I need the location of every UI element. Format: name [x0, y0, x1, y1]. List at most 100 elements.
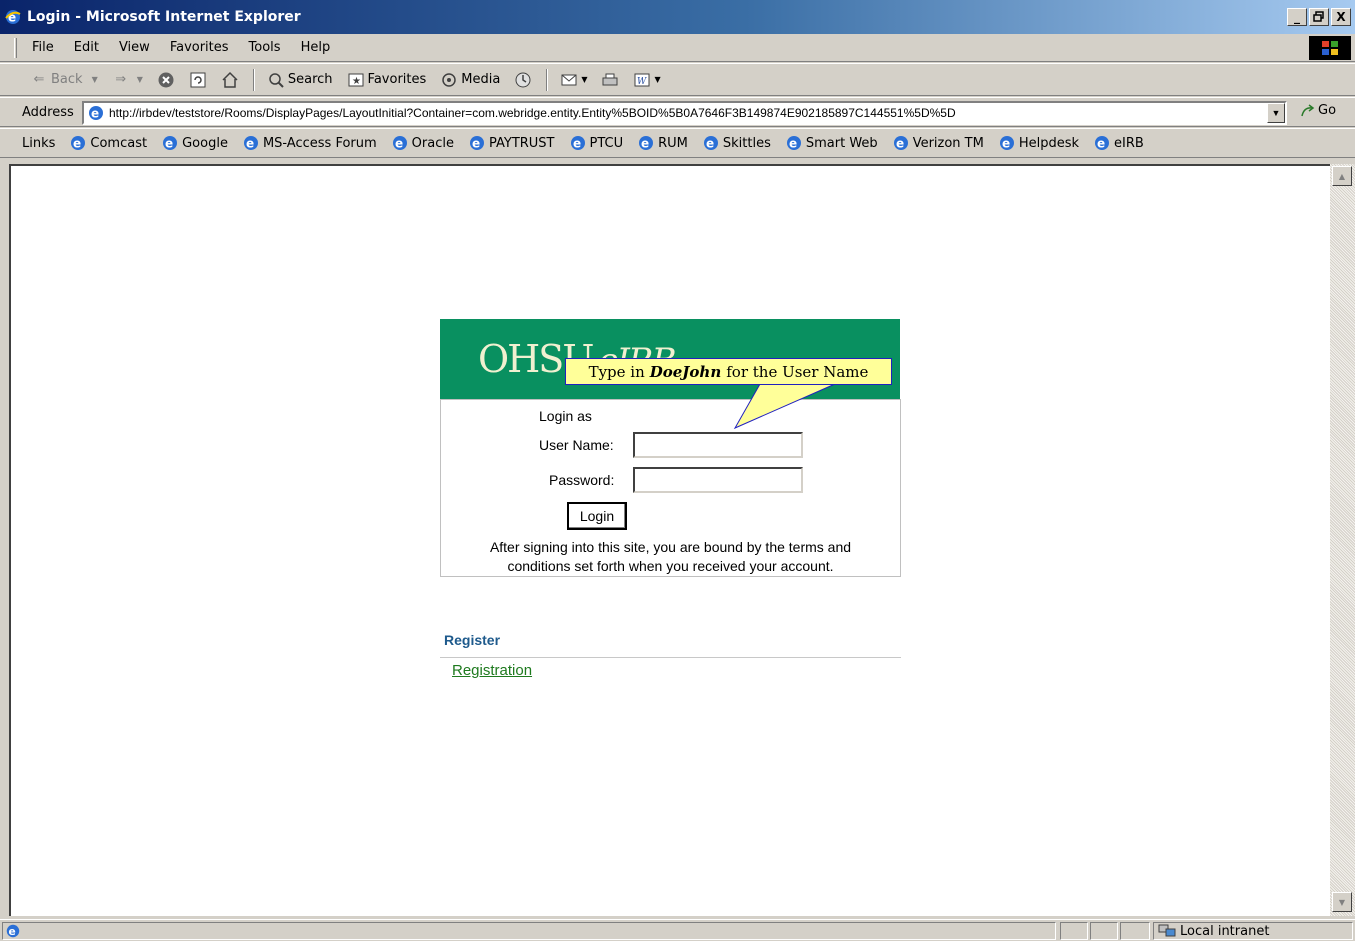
svg-text:e: e: [1002, 137, 1010, 151]
link-ie-icon: e: [1095, 136, 1110, 151]
favorites-icon: ★: [348, 73, 364, 87]
password-input[interactable]: [633, 467, 803, 493]
link-ptcu[interactable]: e PTCU: [569, 134, 624, 152]
svg-text:e: e: [472, 137, 480, 151]
forward-button[interactable]: ⇒ ▼: [112, 71, 143, 89]
print-button[interactable]: [601, 71, 619, 89]
page-ie-icon: e: [89, 106, 103, 121]
go-arrow-icon: [1301, 103, 1315, 116]
status-panel: [1090, 922, 1118, 940]
address-input[interactable]: e http://irbdev/teststore/Rooms/DisplayP…: [82, 101, 1287, 125]
menu-file[interactable]: File: [22, 40, 64, 55]
refresh-button[interactable]: [189, 71, 207, 89]
scroll-down-button[interactable]: ▼: [1332, 892, 1352, 912]
password-label: Password:: [549, 472, 615, 488]
link-verizon-tm[interactable]: e Verizon TM: [892, 134, 984, 152]
vertical-scrollbar[interactable]: ▲ ▼: [1330, 164, 1355, 916]
terms-note-line2: conditions set forth when you received y…: [507, 558, 834, 574]
menu-grip: [14, 38, 17, 58]
arrow-up-icon: ▲: [1338, 171, 1346, 181]
link-ie-icon: e: [163, 136, 178, 151]
link-label: Smart Web: [805, 135, 878, 151]
link-paytrust[interactable]: e PAYTRUST: [468, 134, 555, 152]
link-label: RUM: [658, 135, 688, 151]
history-icon: [515, 72, 531, 87]
mail-icon: [561, 74, 577, 85]
svg-text:e: e: [706, 137, 714, 151]
link-helpdesk[interactable]: e Helpdesk: [998, 134, 1079, 152]
link-ms-access-forum[interactable]: e MS-Access Forum: [242, 134, 377, 152]
scroll-up-button[interactable]: ▲: [1332, 166, 1352, 186]
svg-text:e: e: [91, 107, 99, 121]
link-label: PAYTRUST: [488, 135, 555, 151]
menu-view[interactable]: View: [109, 40, 160, 55]
link-label: PTCU: [589, 135, 624, 151]
media-button[interactable]: Media: [440, 71, 500, 89]
link-label: Google: [182, 135, 228, 151]
login-as-label: Login as: [539, 408, 592, 424]
svg-text:★: ★: [352, 76, 361, 87]
address-url: http://irbdev/teststore/Rooms/DisplayPag…: [109, 106, 956, 120]
search-button[interactable]: Search: [267, 71, 333, 89]
svg-text:e: e: [165, 137, 173, 151]
restore-button[interactable]: [1309, 8, 1329, 26]
svg-text:e: e: [641, 137, 649, 151]
favorites-button[interactable]: ★ Favorites: [347, 71, 426, 89]
mail-dropdown-icon: ▼: [581, 75, 588, 84]
link-label: Oracle: [411, 135, 454, 151]
print-icon: [602, 73, 618, 85]
link-ie-icon: e: [392, 136, 407, 151]
standard-toolbar: ⇐ Back ▼ ⇒ ▼ Search ★ Favorites Media ▼ …: [0, 63, 1355, 96]
home-button[interactable]: [221, 71, 239, 89]
registration-link[interactable]: Registration: [452, 662, 532, 679]
forward-dropdown-icon: ▼: [136, 75, 143, 84]
menu-favorites[interactable]: Favorites: [160, 40, 239, 55]
status-bar: e Local intranet: [0, 919, 1355, 941]
mail-button[interactable]: ▼: [560, 71, 587, 89]
address-label: Address: [22, 104, 74, 120]
link-label: MS-Access Forum: [262, 135, 377, 151]
toolbar-separator-2: [546, 68, 549, 91]
svg-text:e: e: [395, 137, 403, 151]
link-eirb[interactable]: e eIRB: [1093, 134, 1144, 152]
address-bar: Address e http://irbdev/teststore/Rooms/…: [0, 97, 1355, 127]
link-google[interactable]: e Google: [161, 134, 228, 152]
stop-button[interactable]: [157, 71, 175, 89]
go-button[interactable]: Go: [1300, 103, 1336, 118]
word-icon: W: [634, 73, 650, 87]
back-button[interactable]: ⇐ Back ▼: [30, 71, 98, 89]
login-button[interactable]: Login: [567, 502, 627, 530]
minimize-button[interactable]: _: [1287, 8, 1307, 26]
windows-flag-icon: [1322, 41, 1338, 55]
username-input[interactable]: [633, 432, 803, 458]
address-dropdown-button[interactable]: ▼: [1267, 103, 1285, 123]
menu-tools[interactable]: Tools: [239, 40, 291, 55]
link-skittles[interactable]: e Skittles: [702, 134, 771, 152]
status-panel: [1120, 922, 1150, 940]
svg-text:e: e: [1097, 137, 1105, 151]
media-label: Media: [461, 72, 501, 87]
link-comcast[interactable]: e Comcast: [69, 134, 147, 152]
edit-button[interactable]: W ▼: [633, 71, 661, 89]
search-icon: [269, 72, 284, 88]
back-arrow-icon: ⇐: [33, 72, 45, 87]
status-text-panel: e: [2, 922, 1056, 940]
title-bar: e Login - Microsoft Internet Explorer _ …: [0, 0, 1355, 34]
svg-text:e: e: [73, 137, 81, 151]
windows-logo: [1309, 36, 1351, 60]
link-oracle[interactable]: e Oracle: [391, 134, 454, 152]
svg-text:e: e: [246, 137, 254, 151]
menu-edit[interactable]: Edit: [64, 40, 109, 55]
refresh-icon: [190, 72, 206, 87]
link-rum[interactable]: e RUM: [637, 134, 688, 152]
link-smart-web[interactable]: e Smart Web: [785, 134, 878, 152]
link-ie-icon: e: [703, 136, 718, 151]
svg-text:W: W: [637, 77, 647, 87]
link-ie-icon: e: [786, 136, 801, 151]
media-icon: [442, 72, 457, 87]
menu-help[interactable]: Help: [291, 40, 341, 55]
history-button[interactable]: [514, 71, 532, 89]
close-button[interactable]: X: [1331, 8, 1351, 26]
username-label: User Name:: [539, 437, 614, 453]
intranet-icon: [1158, 924, 1176, 937]
